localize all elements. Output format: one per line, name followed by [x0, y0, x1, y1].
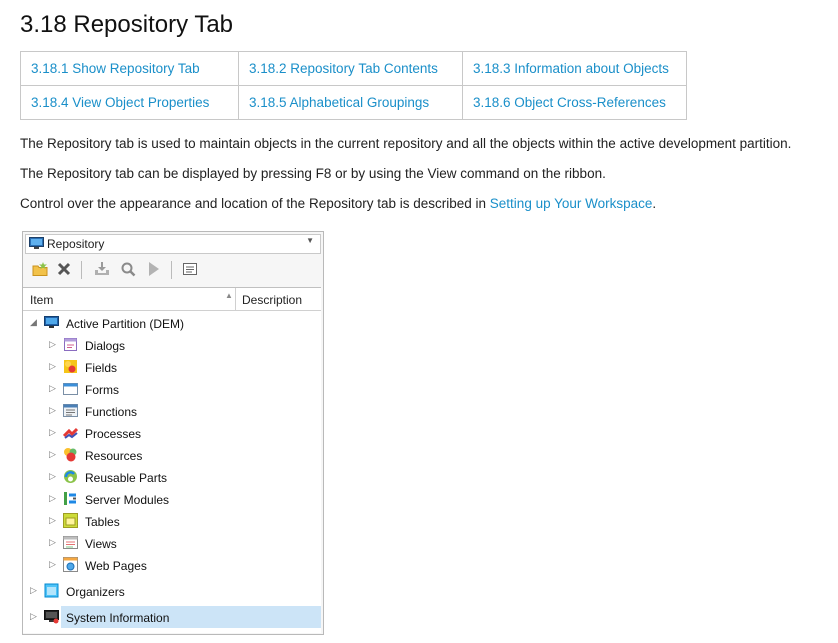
- tree-item-label: Forms: [85, 383, 119, 397]
- server-module-icon: [64, 492, 76, 505]
- expand-arrow-icon[interactable]: ▷: [49, 339, 56, 350]
- column-divider[interactable]: [235, 288, 236, 310]
- tree-item-label: Active Partition (DEM): [66, 317, 185, 331]
- process-icon: [63, 427, 78, 439]
- expand-arrow-icon[interactable]: ▷: [49, 383, 56, 394]
- tree-item-dialogs[interactable]: ▷ Dialogs: [23, 334, 321, 356]
- expand-arrow-icon[interactable]: ▷: [49, 427, 56, 438]
- repository-selector[interactable]: Repository ▼: [25, 234, 321, 254]
- expand-arrow-icon[interactable]: ▷: [49, 559, 56, 570]
- tree-item-functions[interactable]: ▷ Functions: [23, 400, 321, 422]
- search-icon[interactable]: [119, 260, 137, 278]
- sort-up-icon: ▲: [225, 291, 233, 300]
- tree-item-label: Web Pages: [85, 559, 147, 573]
- tree-item-label: Fields: [85, 361, 118, 375]
- field-icon: [64, 360, 77, 373]
- tree-item-views[interactable]: ▷ Views: [23, 532, 321, 554]
- expand-arrow-icon[interactable]: ▷: [49, 537, 56, 548]
- monitor-icon: [44, 316, 59, 328]
- link-object-cross-references[interactable]: 3.18.6 Object Cross-References: [462, 85, 687, 120]
- column-header-description[interactable]: Description: [242, 293, 302, 307]
- expand-arrow-icon[interactable]: ▷: [49, 449, 56, 460]
- tree-item-resources[interactable]: ▷ Resources: [23, 444, 321, 466]
- expand-arrow-icon[interactable]: ▷: [30, 585, 37, 596]
- delete-icon[interactable]: [55, 260, 73, 278]
- tree-item-organizers[interactable]: ▷ Organizers: [23, 580, 321, 602]
- subtopic-links-table: 3.18.1 Show Repository Tab 3.18.2 Reposi…: [20, 51, 687, 120]
- column-header-item[interactable]: Item: [30, 293, 53, 307]
- link-alphabetical-groupings[interactable]: 3.18.5 Alphabetical Groupings: [238, 85, 463, 120]
- properties-icon[interactable]: [181, 260, 199, 278]
- run-icon[interactable]: [145, 260, 163, 278]
- tree-item-label: Dialogs: [85, 339, 126, 353]
- tree-item-active-partition[interactable]: ◢ Active Partition (DEM): [23, 312, 321, 334]
- function-icon: [63, 404, 78, 417]
- paragraph-control: Control over the appearance and location…: [20, 196, 656, 211]
- tree-item-server-modules[interactable]: ▷ Server Modules: [23, 488, 321, 510]
- table-icon: [63, 513, 78, 528]
- web-page-icon: [63, 557, 78, 572]
- monitor-icon: [29, 237, 44, 249]
- import-icon[interactable]: [93, 260, 111, 278]
- paragraph-control-text: Control over the appearance and location…: [20, 196, 490, 211]
- tree-item-label: Processes: [85, 427, 142, 441]
- new-folder-icon[interactable]: [31, 260, 49, 278]
- tree-item-label: Tables: [85, 515, 120, 529]
- tree-item-label: Reusable Parts: [85, 471, 168, 485]
- expand-arrow-icon[interactable]: ▷: [49, 493, 56, 504]
- link-information-about-objects[interactable]: 3.18.3 Information about Objects: [462, 51, 687, 86]
- toolbar-separator: [81, 261, 82, 279]
- repository-panel: Repository ▼ Item ▲ Description ◢ Active…: [22, 231, 324, 635]
- expand-arrow-icon[interactable]: ▷: [49, 515, 56, 526]
- link-repository-tab-contents[interactable]: 3.18.2 Repository Tab Contents: [238, 51, 463, 86]
- tree-item-label: Views: [85, 537, 117, 551]
- tree-item-reusable-parts[interactable]: ▷ Reusable Parts: [23, 466, 321, 488]
- expand-arrow-icon[interactable]: ▷: [49, 361, 56, 372]
- expand-arrow-icon[interactable]: ▷: [30, 611, 37, 622]
- organizer-icon: [44, 583, 59, 598]
- collapse-arrow-icon[interactable]: ◢: [30, 317, 37, 328]
- chevron-down-icon[interactable]: ▼: [306, 236, 314, 245]
- expand-arrow-icon[interactable]: ▷: [49, 471, 56, 482]
- link-setting-up-workspace[interactable]: Setting up Your Workspace: [490, 196, 653, 211]
- resource-icon: [64, 448, 77, 462]
- tree-item-web-pages[interactable]: ▷ Web Pages: [23, 554, 321, 576]
- tree-item-label: Functions: [85, 405, 138, 419]
- expand-arrow-icon[interactable]: ▷: [49, 405, 56, 416]
- tree-item-forms[interactable]: ▷ Forms: [23, 378, 321, 400]
- paragraph-intro: The Repository tab is used to maintain o…: [20, 136, 792, 151]
- tree-item-processes[interactable]: ▷ Processes: [23, 422, 321, 444]
- form-icon: [63, 383, 78, 395]
- link-show-repository-tab[interactable]: 3.18.1 Show Repository Tab: [20, 51, 239, 86]
- tree-item-label: Resources: [85, 449, 143, 463]
- repository-selector-label: Repository: [47, 237, 105, 251]
- system-info-icon: [44, 610, 59, 624]
- tree-item-tables[interactable]: ▷ Tables: [23, 510, 321, 532]
- dialog-icon: [64, 338, 77, 351]
- page-title: 3.18 Repository Tab: [20, 11, 234, 38]
- view-icon: [63, 536, 78, 549]
- link-view-object-properties[interactable]: 3.18.4 View Object Properties: [20, 85, 239, 120]
- tree-item-system-information[interactable]: ▷ System Information: [23, 606, 321, 628]
- tree-item-label: System Information: [66, 611, 170, 625]
- tree-item-fields[interactable]: ▷ Fields: [23, 356, 321, 378]
- reusable-part-icon: [64, 470, 77, 483]
- repository-tree: Item ▲ Description ◢ Active Partition (D…: [23, 287, 321, 633]
- repository-toolbar: [25, 257, 321, 283]
- tree-item-label: Organizers: [66, 585, 125, 599]
- tree-item-label: Server Modules: [85, 493, 170, 507]
- toolbar-separator: [171, 261, 172, 279]
- tree-header: Item ▲ Description: [23, 288, 321, 311]
- paragraph-display: The Repository tab can be displayed by p…: [20, 166, 606, 181]
- paragraph-control-end: .: [652, 196, 657, 211]
